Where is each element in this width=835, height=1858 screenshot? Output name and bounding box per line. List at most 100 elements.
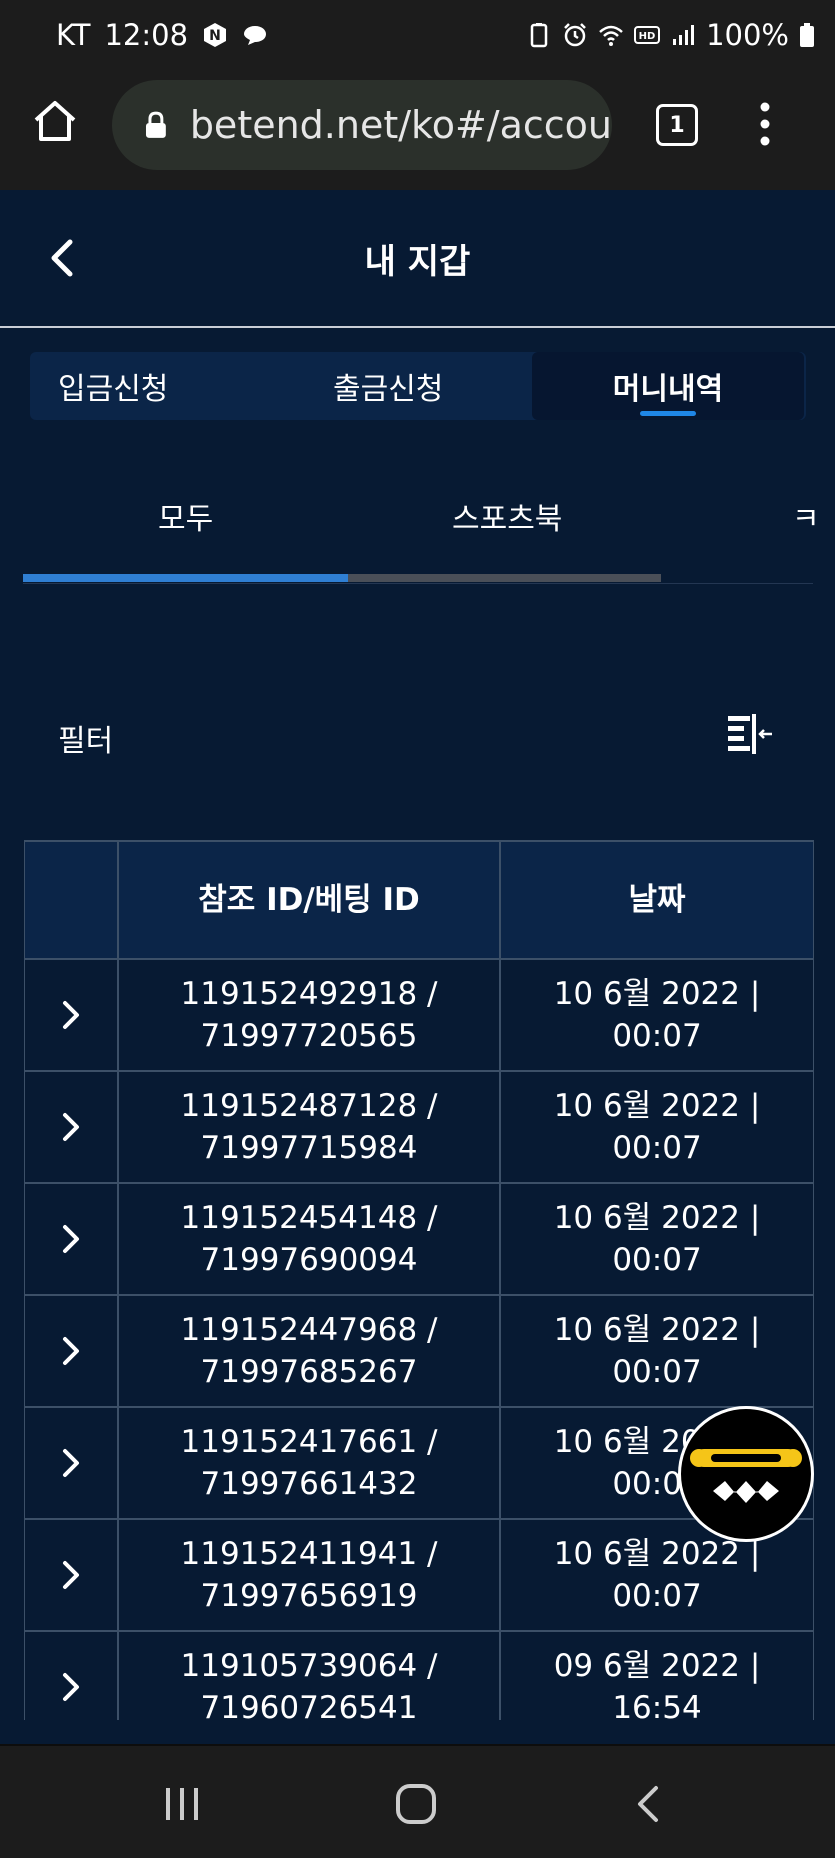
svg-text:N: N (209, 28, 221, 44)
tab-switcher-button[interactable]: 1 (656, 104, 698, 146)
page-title: 내 지갑 (364, 242, 471, 282)
notification-n-icon: N (204, 23, 227, 47)
bet-id: 71997720565 (200, 1018, 418, 1054)
ref-id: 119152417661 / (180, 1424, 438, 1460)
date: 10 6월 2022 | (553, 1312, 761, 1348)
carrier-label: KT (56, 18, 91, 52)
ref-id: 119105739064 / (180, 1648, 438, 1684)
expand-row-button[interactable] (25, 1072, 119, 1182)
date-cell: 10 6월 2022 | 00:07 (501, 960, 813, 1070)
bet-id: 71997656919 (200, 1578, 418, 1614)
system-nav-bar (0, 1744, 835, 1858)
ref-bet-id-cell: 119152411941 / 71997656919 (119, 1520, 501, 1630)
expand-row-button[interactable] (25, 960, 119, 1070)
time: 16:54 (612, 1690, 702, 1720)
back-nav-icon[interactable] (628, 1782, 672, 1826)
wifi-icon (599, 25, 623, 46)
recent-apps-icon[interactable] (160, 1782, 204, 1826)
tab-label: 입금신청 (58, 372, 169, 407)
subtab-all[interactable]: 모두 (158, 494, 213, 538)
address-bar[interactable]: betend.net/ko#/accou (112, 80, 612, 170)
bet-id: 71997661432 (200, 1466, 418, 1502)
expand-row-button[interactable] (25, 1520, 119, 1630)
lock-icon (145, 111, 166, 138)
active-tab-indicator (640, 411, 696, 416)
ref-id: 119152411941 / (180, 1536, 438, 1572)
table-row[interactable]: 119152487128 / 71997715984 10 6월 2022 | … (25, 1072, 813, 1184)
date-cell: 10 6월 2022 | 00:07 (501, 1072, 813, 1182)
ref-bet-id-cell: 119105739064 / 71960726541 (119, 1632, 501, 1720)
expand-row-button[interactable] (25, 1632, 119, 1720)
bet-id: 71997685267 (200, 1354, 418, 1390)
money-history-table: 참조 ID/베팅 ID 날짜 119152492918 / 7199772056… (24, 840, 814, 1720)
time: 00:07 (612, 1018, 702, 1054)
date: 10 6월 2022 | (553, 976, 761, 1012)
more-menu-icon[interactable] (760, 102, 770, 146)
filter-toggle-icon[interactable] (726, 714, 776, 756)
expand-row-button[interactable] (25, 1296, 119, 1406)
expand-row-button[interactable] (25, 1184, 119, 1294)
ref-id: 119152447968 / (180, 1312, 438, 1348)
time: 00:07 (612, 1354, 702, 1390)
ref-bet-id-cell: 119152447968 / 71997685267 (119, 1296, 501, 1406)
tab-money-history[interactable]: 머니내역 (532, 352, 804, 420)
chevron-right-icon (63, 1673, 79, 1701)
ref-id: 119152454148 / (180, 1200, 438, 1236)
table-row[interactable]: 119105739064 / 71960726541 09 6월 2022 | … (25, 1632, 813, 1720)
tab-label: 출금신청 (333, 372, 444, 407)
ref-bet-id-cell: 119152454148 / 71997690094 (119, 1184, 501, 1294)
chevron-right-icon (63, 1561, 79, 1589)
bet-id: 71960726541 (200, 1690, 418, 1720)
chat-notification-icon (244, 26, 267, 45)
time: 00:07 (612, 1242, 702, 1278)
ref-id: 119152492918 / (180, 976, 438, 1012)
battery-saver-icon (530, 23, 548, 48)
subtab-active-indicator (23, 574, 348, 582)
table-row[interactable]: 119152447968 / 71997685267 10 6월 2022 | … (25, 1296, 813, 1408)
alarm-icon (564, 23, 586, 47)
live-chat-button[interactable] (678, 1406, 814, 1542)
ref-bet-id-cell: 119152492918 / 71997720565 (119, 960, 501, 1070)
date-cell: 09 6월 2022 | 16:54 (501, 1632, 813, 1720)
expand-row-button[interactable] (25, 1408, 119, 1518)
chevron-right-icon (63, 1337, 79, 1365)
url-text: betend.net/ko#/accou (189, 103, 612, 147)
clock: 12:08 (104, 18, 189, 52)
battery-icon (800, 23, 814, 47)
chevron-right-icon (63, 1113, 79, 1141)
bet-id: 71997690094 (200, 1242, 418, 1278)
table-header: 참조 ID/베팅 ID 날짜 (25, 840, 813, 960)
bet-id: 71997715984 (200, 1130, 418, 1166)
status-bar: KT 12:08 N HD 100% (0, 0, 835, 74)
tab-count: 1 (669, 112, 685, 138)
svg-text:HD: HD (639, 31, 656, 42)
date: 10 6월 2022 | (553, 1200, 761, 1236)
page-header: 내 지갑 (0, 190, 835, 328)
header-expand-col (25, 842, 119, 958)
date-cell: 10 6월 2022 | 00:07 (501, 1296, 813, 1406)
tab-deposit-request[interactable]: 입금신청 (58, 352, 168, 420)
header-ref-id: 참조 ID/베팅 ID (119, 842, 501, 958)
battery-percent: 100% (706, 18, 789, 52)
subtab-sportsbook[interactable]: 스포츠북 (452, 494, 562, 538)
header-date: 날짜 (628, 882, 686, 918)
time: 00:07 (612, 1578, 702, 1614)
hd-icon: HD (634, 26, 661, 44)
browser-toolbar: betend.net/ko#/accou 1 (0, 74, 835, 190)
table-row[interactable]: 119152454148 / 71997690094 10 6월 2022 | … (25, 1184, 813, 1296)
chat-logo-icon (690, 1449, 802, 1503)
date: 09 6월 2022 | (553, 1648, 761, 1684)
filter-label: 필터 (58, 724, 114, 759)
chevron-right-icon (63, 1001, 79, 1029)
home-icon[interactable] (32, 98, 78, 144)
tab-label: 머니내역 (612, 372, 724, 407)
subtab-divider (23, 583, 813, 584)
tab-withdraw-request[interactable]: 출금신청 (333, 352, 443, 420)
table-row[interactable]: 119152492918 / 71997720565 10 6월 2022 | … (25, 960, 813, 1072)
subtab-next[interactable]: ㅋ (792, 494, 820, 538)
home-nav-icon[interactable] (394, 1782, 438, 1826)
ref-bet-id-cell: 119152417661 / 71997661432 (119, 1408, 501, 1518)
chevron-right-icon (63, 1225, 79, 1253)
signal-icon (673, 25, 695, 45)
chevron-right-icon (63, 1449, 79, 1477)
